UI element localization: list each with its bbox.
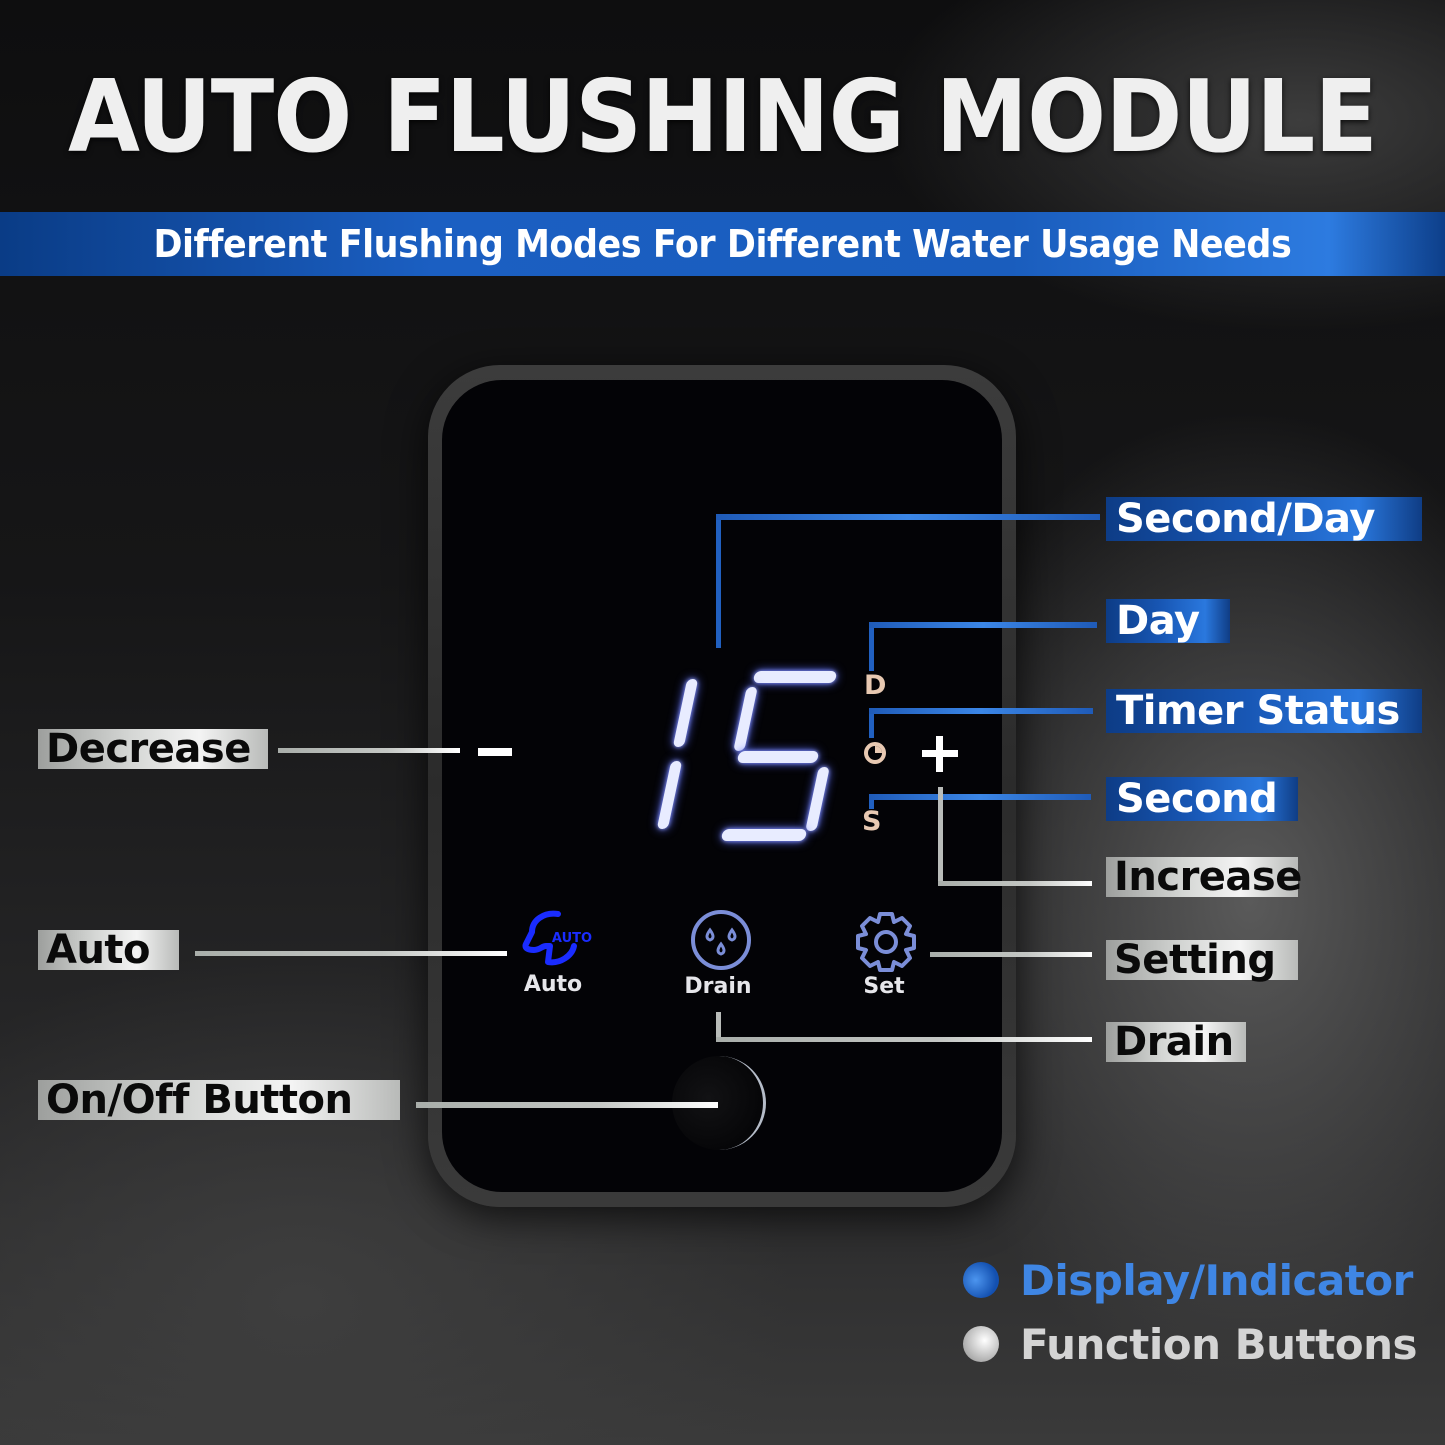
subtitle: Different Flushing Modes For Different W… bbox=[153, 222, 1292, 266]
segment bbox=[805, 767, 830, 831]
plus-icon-v bbox=[936, 736, 943, 772]
legend-gray-dot-icon bbox=[963, 1326, 999, 1362]
day-indicator: D bbox=[864, 670, 887, 701]
page-title: AUTO FLUSHING MODULE bbox=[68, 58, 1378, 175]
svg-text:AUTO: AUTO bbox=[552, 931, 592, 946]
callout-setting: Setting bbox=[1106, 937, 1298, 983]
minus-icon bbox=[478, 748, 512, 756]
segment bbox=[733, 687, 758, 751]
leader-line bbox=[869, 623, 874, 671]
auto-refresh-icon: AUTO bbox=[522, 910, 592, 966]
callout-on-off-button: On/Off Button bbox=[38, 1077, 400, 1123]
callout-increase: Increase bbox=[1106, 854, 1302, 900]
leader-line bbox=[938, 881, 1092, 886]
callout-drain: Drain bbox=[1106, 1019, 1246, 1065]
leader-line bbox=[716, 514, 1100, 520]
callout-auto: Auto bbox=[38, 927, 179, 973]
legend-display-indicator: Display/Indicator bbox=[1020, 1256, 1413, 1305]
leader-line bbox=[195, 951, 507, 956]
segment bbox=[752, 671, 838, 683]
auto-button[interactable]: AUTO Auto bbox=[506, 906, 606, 1006]
leader-line bbox=[716, 516, 721, 648]
auto-button-label: Auto bbox=[523, 972, 583, 997]
leader-line bbox=[869, 622, 1097, 628]
legend-blue-dot-icon bbox=[963, 1262, 999, 1298]
subtitle-banner: Different Flushing Modes For Different W… bbox=[0, 212, 1445, 276]
timer-clock-icon bbox=[862, 740, 888, 766]
decrease-button[interactable] bbox=[470, 738, 520, 768]
increase-button[interactable] bbox=[918, 732, 962, 776]
legend-function-buttons: Function Buttons bbox=[1020, 1320, 1417, 1369]
leader-line bbox=[869, 794, 1091, 800]
leader-line bbox=[716, 1012, 721, 1040]
leader-line bbox=[930, 952, 1092, 957]
leader-line bbox=[869, 710, 874, 738]
leader-line bbox=[869, 708, 1093, 714]
segment bbox=[672, 679, 699, 747]
second-indicator: S bbox=[862, 806, 882, 837]
callout-decrease: Decrease bbox=[38, 726, 268, 772]
segment bbox=[720, 829, 808, 841]
drain-button[interactable]: Drain bbox=[668, 908, 768, 1008]
set-button[interactable]: Set bbox=[836, 908, 936, 1008]
callout-second-day: Second/Day bbox=[1106, 496, 1422, 542]
segment bbox=[656, 761, 683, 829]
set-button-label: Set bbox=[863, 974, 905, 999]
drain-button-label: Drain bbox=[684, 974, 752, 999]
water-drops-icon bbox=[691, 910, 751, 970]
callout-day: Day bbox=[1106, 598, 1230, 644]
leader-line bbox=[938, 787, 943, 885]
leader-line bbox=[278, 748, 460, 753]
segment bbox=[736, 751, 820, 763]
leader-line bbox=[416, 1102, 718, 1108]
seven-segment-display: 15 bbox=[640, 665, 840, 845]
leader-line bbox=[716, 1037, 1092, 1042]
callout-second: Second bbox=[1106, 776, 1298, 822]
callout-timer-status: Timer Status bbox=[1106, 688, 1422, 734]
gear-icon bbox=[856, 912, 916, 972]
